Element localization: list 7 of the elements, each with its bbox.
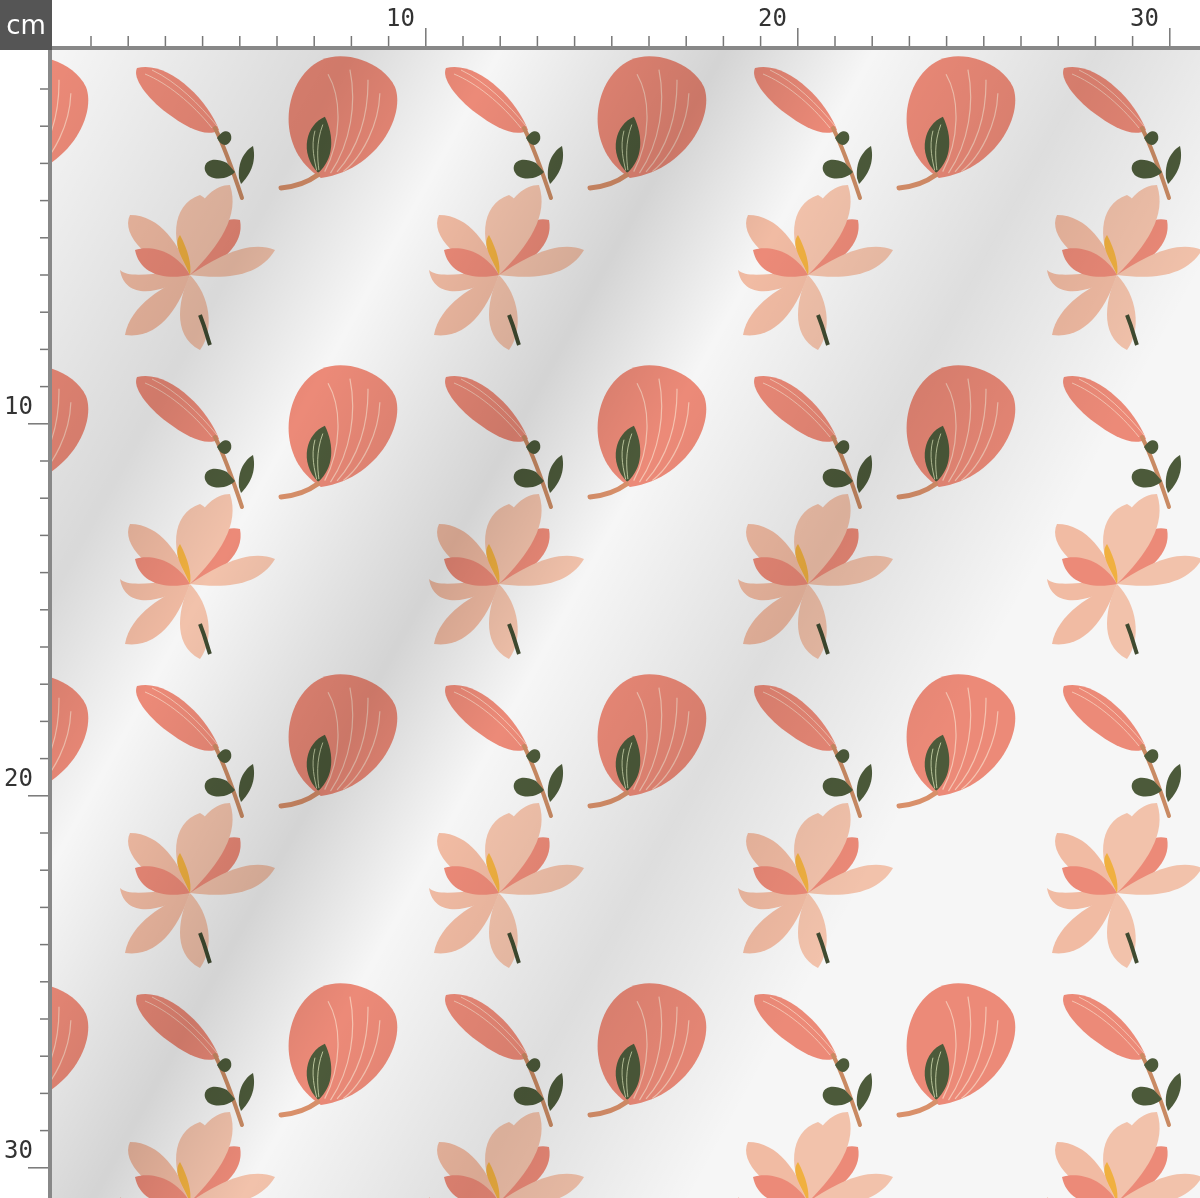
ruler-label: 10	[386, 6, 415, 30]
ruler-label: 20	[4, 766, 33, 790]
ruler-label: 30	[4, 1138, 33, 1162]
ruler-label: 20	[758, 6, 787, 30]
ruler-label: 30	[1130, 6, 1159, 30]
unit-label: cm	[0, 0, 52, 50]
ruler-label: 10	[4, 394, 33, 418]
